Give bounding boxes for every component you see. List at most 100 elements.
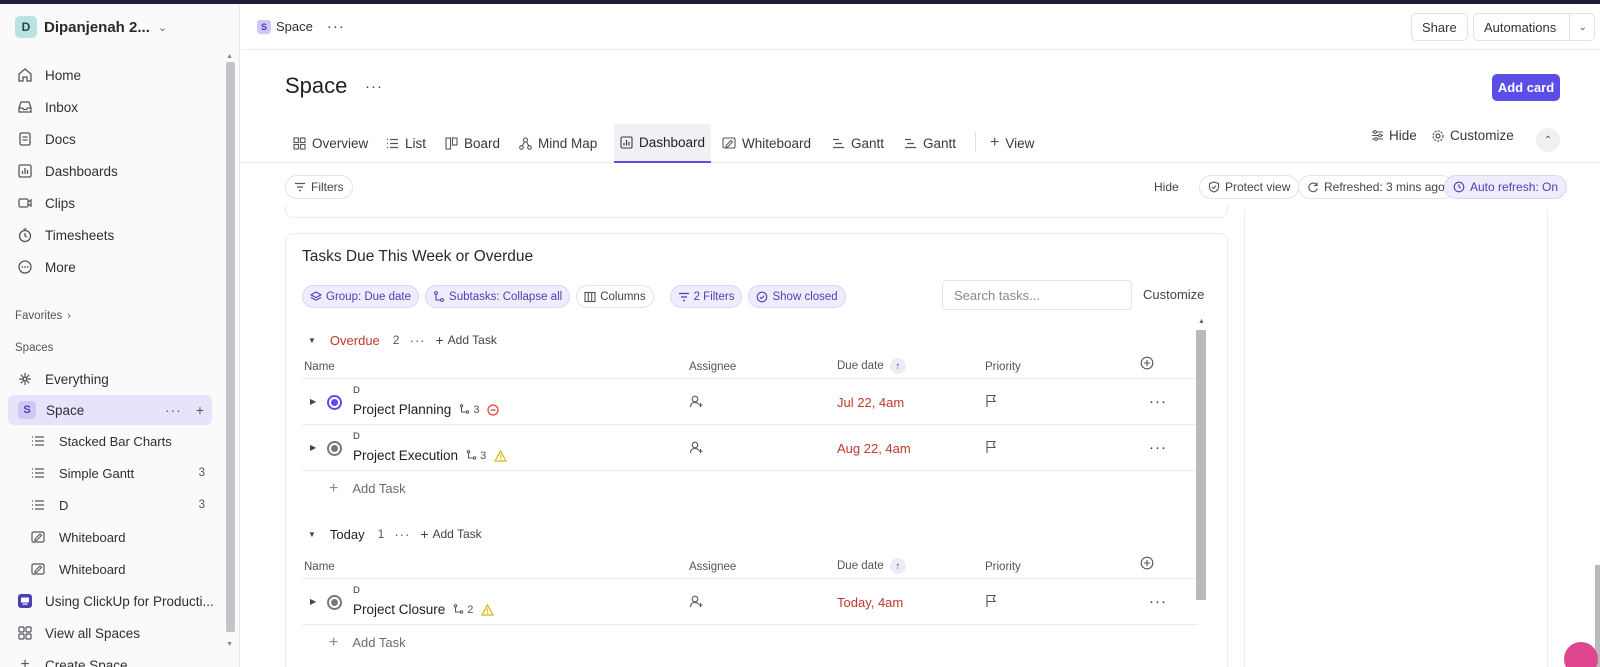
row-more-button[interactable]: ··· <box>1149 439 1167 456</box>
scroll-up-arrow[interactable]: ▲ <box>1198 318 1205 325</box>
group-add-task-button[interactable]: + Add Task <box>420 526 481 542</box>
breadcrumb[interactable]: Space <box>276 19 313 34</box>
collapse-triangle-icon[interactable]: ▼ <box>308 336 316 345</box>
sidebar-item-space[interactable]: S Space ··· + <box>8 395 212 425</box>
expand-triangle-icon[interactable]: ▶ <box>310 443 316 452</box>
group-by-chip[interactable]: Group: Due date <box>302 285 420 308</box>
tab-gantt[interactable]: Gantt <box>904 124 956 162</box>
group-more-button[interactable]: ··· <box>409 333 425 348</box>
tab-dashboard[interactable]: Dashboard <box>614 124 712 163</box>
tab-overview[interactable]: Overview <box>293 124 368 162</box>
sidebar-item-clips[interactable]: Clips <box>0 187 239 219</box>
hide-button[interactable]: Hide <box>1371 128 1417 143</box>
flag-icon[interactable] <box>985 594 998 608</box>
add-view-button[interactable]: + View <box>990 124 1034 162</box>
sidebar-list-item[interactable]: Stacked Bar Charts <box>0 425 239 457</box>
sort-ascending-icon[interactable]: ↑ <box>889 558 906 574</box>
status-icon[interactable] <box>327 441 342 456</box>
sidebar-list-item[interactable]: D 3 <box>0 489 239 521</box>
sidebar-whiteboard-item[interactable]: Whiteboard <box>0 553 239 585</box>
sort-ascending-icon[interactable]: ↑ <box>889 358 906 374</box>
space-add-button[interactable]: + <box>196 402 204 418</box>
sidebar-item-dashboards[interactable]: Dashboards <box>0 155 239 187</box>
page-more-button[interactable]: ··· <box>365 78 383 95</box>
table-row[interactable]: ▶ D Project Execution 3 Aug 22, 4am ··· <box>302 424 1198 470</box>
columns-chip[interactable]: Columns <box>576 285 654 308</box>
sidebar-item-docs[interactable]: Docs <box>0 123 239 155</box>
add-task-row[interactable]: + Add Task <box>302 624 1198 660</box>
automations-button[interactable]: Automations ⌄ <box>1473 13 1595 41</box>
task-name[interactable]: Project Closure <box>353 602 445 617</box>
sidebar-item-inbox[interactable]: Inbox <box>0 91 239 123</box>
expand-triangle-icon[interactable]: ▶ <box>310 597 316 606</box>
add-assignee-icon[interactable] <box>689 440 704 455</box>
card-scrollbar[interactable] <box>1196 330 1206 600</box>
subtask-count[interactable]: 2 <box>453 604 473 616</box>
breadcrumb-more-button[interactable]: ··· <box>327 18 345 35</box>
sidebar-item-create-space[interactable]: + Create Space <box>0 649 239 667</box>
flag-icon[interactable] <box>985 394 998 408</box>
tab-gantt[interactable]: Gantt <box>832 124 884 162</box>
due-date[interactable]: Aug 22, 4am <box>837 441 911 456</box>
column-header-assignee[interactable]: Assignee <box>689 361 736 373</box>
task-name[interactable]: Project Planning <box>353 402 451 417</box>
collapse-triangle-icon[interactable]: ▼ <box>308 530 316 539</box>
sidebar-item-more[interactable]: More <box>0 251 239 283</box>
add-card-button[interactable]: Add card <box>1492 74 1560 101</box>
add-column-icon[interactable] <box>1140 556 1154 570</box>
group-header-today[interactable]: ▼ Today 1 ··· + Add Task <box>302 522 482 546</box>
show-closed-chip[interactable]: Show closed <box>748 285 846 308</box>
sidebar-item-home[interactable]: Home <box>0 59 239 91</box>
due-date[interactable]: Jul 22, 4am <box>837 395 904 410</box>
protect-view-button[interactable]: Protect view <box>1199 175 1300 199</box>
column-header-due-date[interactable]: Due date ↑ <box>837 558 906 574</box>
card-customize-button[interactable]: Customize <box>1143 287 1204 302</box>
sidebar-item-everything[interactable]: Everything <box>0 363 239 395</box>
space-more-button[interactable]: ··· <box>165 402 182 418</box>
tab-mind-map[interactable]: Mind Map <box>519 124 597 162</box>
help-fab-button[interactable] <box>1564 642 1598 667</box>
column-header-due-date[interactable]: Due date ↑ <box>837 358 906 374</box>
due-date[interactable]: Today, 4am <box>837 595 903 610</box>
subtask-count[interactable]: 3 <box>466 450 486 462</box>
filters-button[interactable]: Filters <box>285 175 353 199</box>
refresh-button[interactable]: Refreshed: 3 mins ago <box>1298 175 1454 199</box>
sidebar-whiteboard-item[interactable]: Whiteboard <box>0 521 239 553</box>
status-icon[interactable] <box>327 595 342 610</box>
hide-cards-button[interactable]: Hide <box>1154 175 1179 199</box>
add-task-row[interactable]: + Add Task <box>302 470 1198 506</box>
subtasks-chip[interactable]: Subtasks: Collapse all <box>425 285 571 308</box>
sidebar-scrollbar[interactable] <box>226 62 235 632</box>
row-more-button[interactable]: ··· <box>1149 393 1167 410</box>
tab-whiteboard[interactable]: Whiteboard <box>722 124 811 162</box>
sidebar-item-using-clickup[interactable]: Using ClickUp for Producti... <box>0 585 239 617</box>
sidebar-list-item[interactable]: Simple Gantt 3 <box>0 457 239 489</box>
scroll-down-arrow[interactable]: ▼ <box>226 641 233 648</box>
column-header-name[interactable]: Name <box>304 561 335 573</box>
tab-list[interactable]: List <box>386 124 426 162</box>
expand-triangle-icon[interactable]: ▶ <box>310 397 316 406</box>
column-header-name[interactable]: Name <box>304 361 335 373</box>
add-column-icon[interactable] <box>1140 356 1154 370</box>
group-header-overdue[interactable]: ▼ Overdue 2 ··· + Add Task <box>302 328 497 352</box>
auto-refresh-toggle[interactable]: Auto refresh: On <box>1444 175 1568 199</box>
column-header-assignee[interactable]: Assignee <box>689 561 736 573</box>
status-icon[interactable] <box>327 395 342 410</box>
group-add-task-button[interactable]: + Add Task <box>435 332 496 348</box>
workspace-switcher[interactable]: D Dipanjenah 2... ⌄ <box>0 4 239 50</box>
scroll-up-arrow[interactable]: ▲ <box>226 53 233 60</box>
chevron-down-icon[interactable]: ⌄ <box>1579 22 1587 33</box>
sidebar-item-view-all-spaces[interactable]: View all Spaces <box>0 617 239 649</box>
favorites-section[interactable]: Favorites › <box>0 301 239 331</box>
group-more-button[interactable]: ··· <box>394 527 410 542</box>
column-header-priority[interactable]: Priority <box>985 361 1021 373</box>
row-more-button[interactable]: ··· <box>1149 593 1167 610</box>
share-button[interactable]: Share <box>1411 13 1468 41</box>
search-tasks-input[interactable]: Search tasks... <box>942 280 1132 310</box>
subtask-count[interactable]: 3 <box>459 404 479 416</box>
tab-board[interactable]: Board <box>445 124 500 162</box>
table-row[interactable]: ▶ D Project Closure 2 Today, 4am ··· <box>302 578 1198 624</box>
flag-icon[interactable] <box>985 440 998 454</box>
sidebar-item-timesheets[interactable]: Timesheets <box>0 219 239 251</box>
customize-button[interactable]: Customize <box>1431 128 1514 143</box>
